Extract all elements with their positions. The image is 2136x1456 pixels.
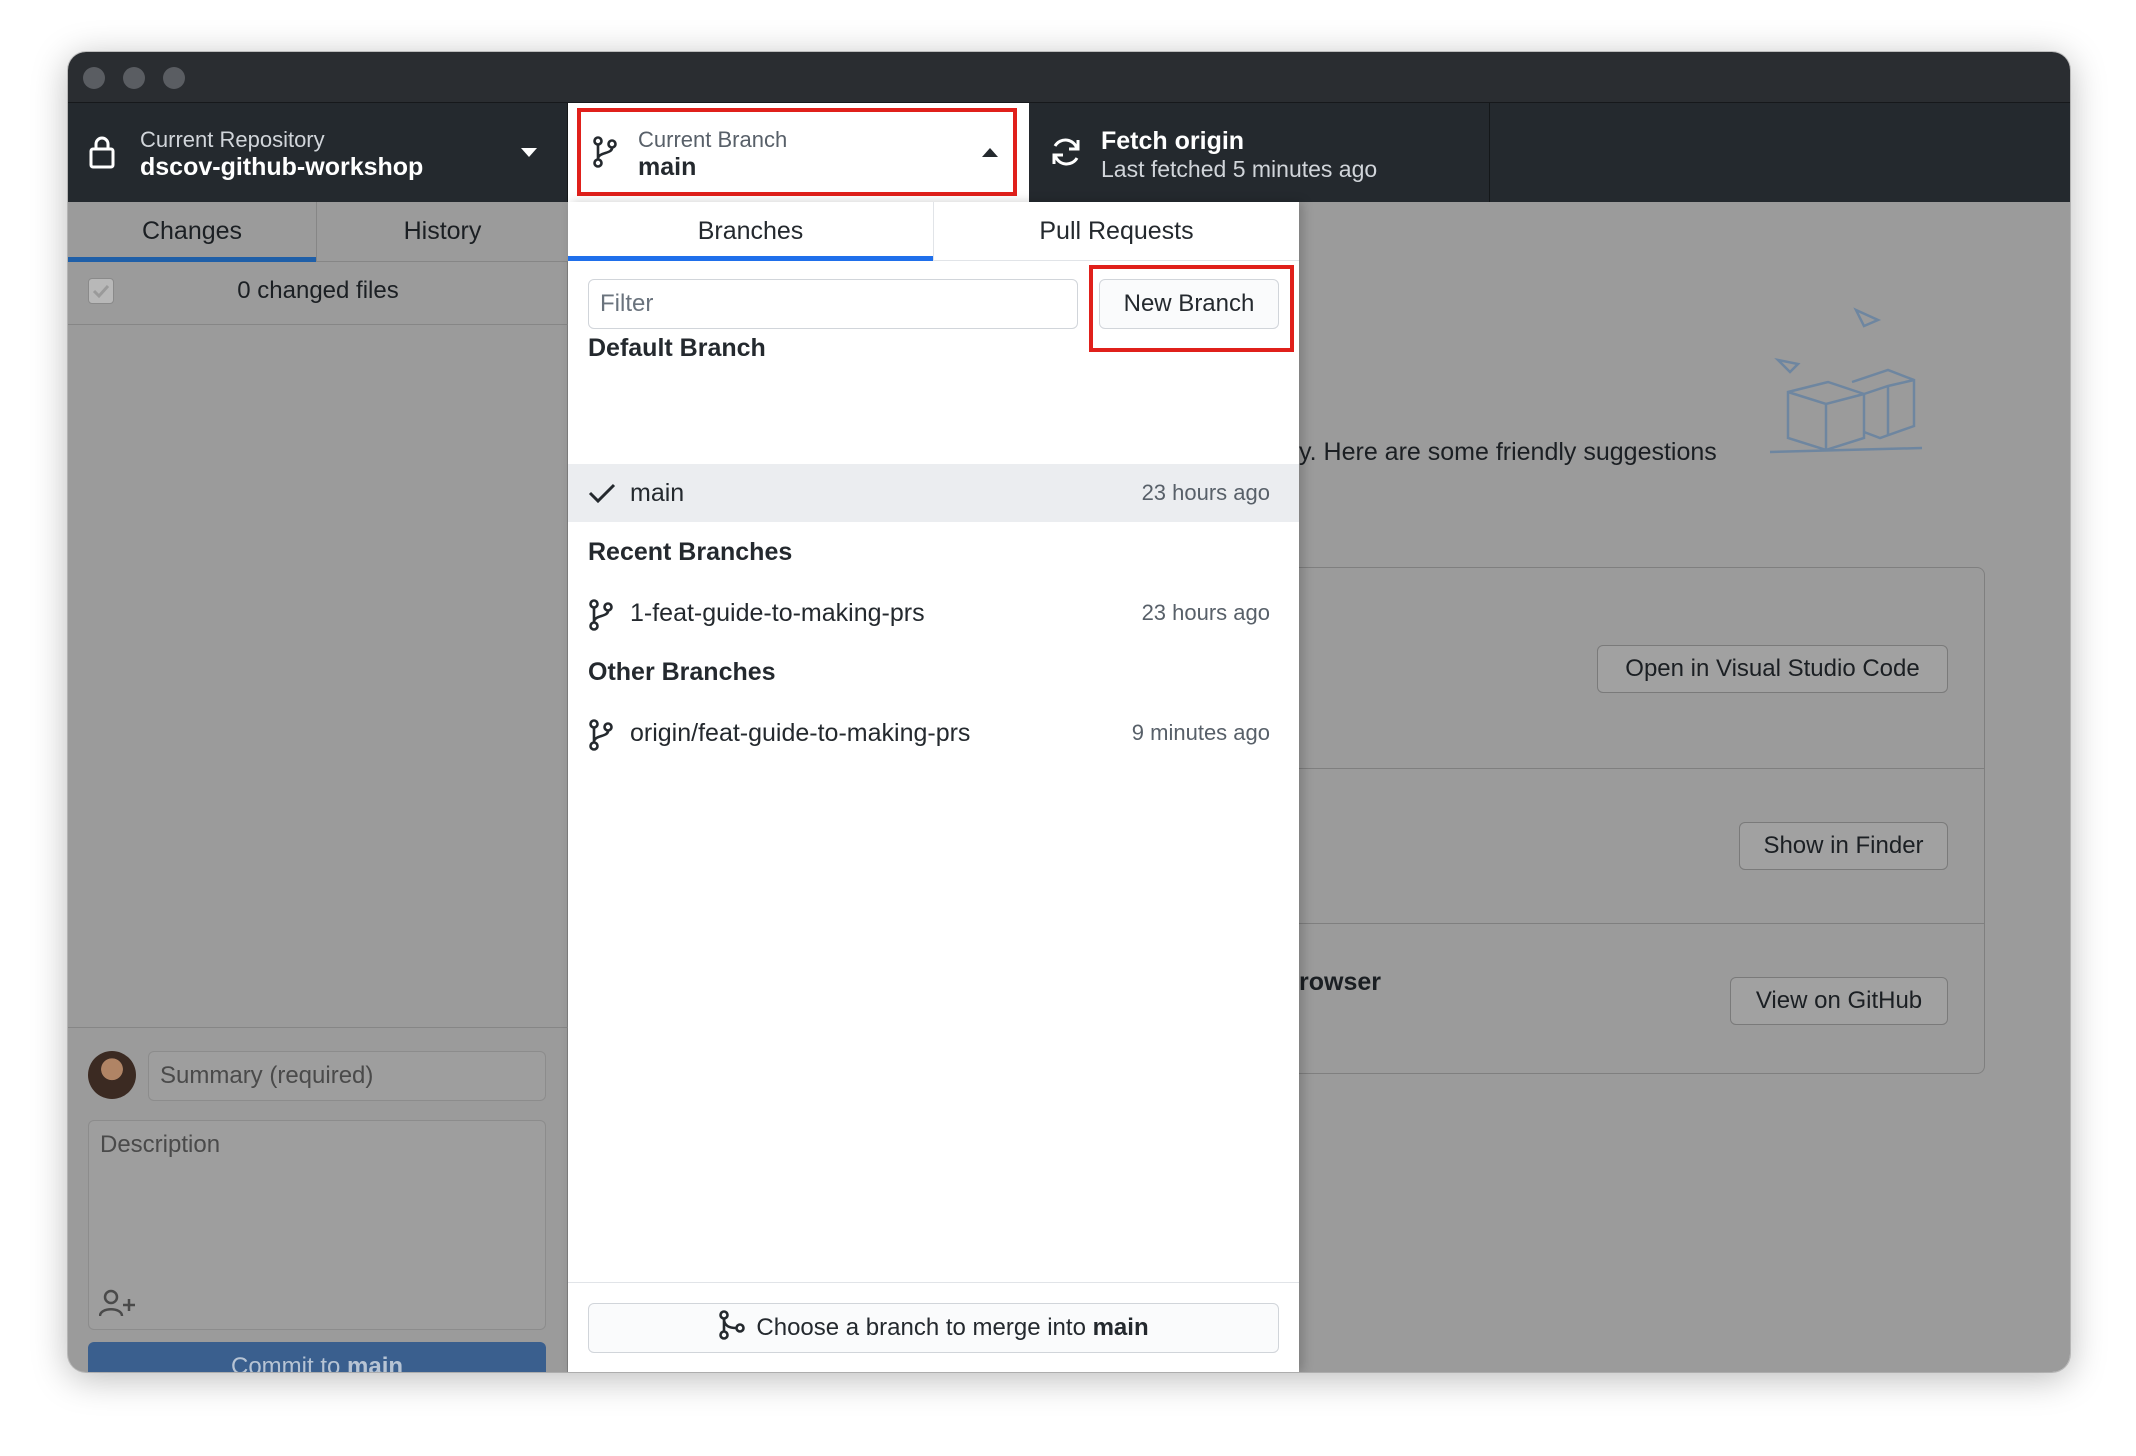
branch-row-other[interactable]: origin/feat-guide-to-making-prs 9 minute… xyxy=(568,704,1299,762)
branch-time: 9 minutes ago xyxy=(1131,720,1270,745)
suggestions-panel: Open in Visual Studio Code Show in Finde… xyxy=(1299,567,1985,1074)
panel-divider xyxy=(1299,923,1984,924)
current-branch-highlight xyxy=(577,108,1017,196)
merge-label-branch: main xyxy=(1092,1314,1149,1341)
branch-dropdown-footer: Choose a branch to merge into main xyxy=(568,1282,1299,1372)
changed-files-count: 0 changed files xyxy=(237,277,399,304)
commit-label-prefix: Commit to xyxy=(230,1353,347,1372)
show-in-finder-button[interactable]: Show in Finder xyxy=(1739,822,1948,870)
merge-into-branch-button[interactable]: Choose a branch to merge into main xyxy=(588,1303,1279,1353)
view-on-github-button[interactable]: View on GitHub xyxy=(1730,977,1948,1025)
view-in-browser-text: rowser xyxy=(1299,968,1381,996)
avatar xyxy=(88,1051,136,1099)
sidebar-tabs: Changes History xyxy=(68,202,568,262)
repo-name: dscov-github-workshop xyxy=(140,153,424,181)
fetch-title: Fetch origin xyxy=(1101,127,1245,155)
branch-dropdown: Branches Pull Requests Filter New Branch… xyxy=(568,202,1299,1372)
branch-name: 1-feat-guide-to-making-prs xyxy=(630,599,925,627)
fetch-subtitle: Last fetched 5 minutes ago xyxy=(1101,156,1378,182)
git-merge-icon xyxy=(719,1310,746,1340)
group-header-recent: Recent Branches xyxy=(588,538,793,566)
checkmark-icon xyxy=(588,483,616,504)
fetch-origin-button[interactable]: Fetch origin Last fetched 5 minutes ago xyxy=(1029,103,1490,202)
caret-down-icon xyxy=(521,148,537,157)
description-placeholder: Description xyxy=(100,1131,221,1158)
branch-row-main[interactable]: main 23 hours ago xyxy=(568,464,1299,522)
add-coauthor-icon[interactable] xyxy=(99,1289,137,1317)
branch-name: main xyxy=(630,479,685,507)
title-bar xyxy=(68,52,2070,103)
tab-history[interactable]: History xyxy=(317,202,568,261)
app-window: Current Repository dscov-github-workshop… xyxy=(68,52,2070,1372)
tab-pull-requests[interactable]: Pull Requests xyxy=(934,202,1299,260)
suggestions-text: y. Here are some friendly suggestions xyxy=(1299,438,1717,466)
repo-label: Current Repository xyxy=(140,127,325,152)
tab-selected-indicator xyxy=(568,256,933,261)
commit-label-branch: main xyxy=(347,1353,404,1372)
toolbar: Current Repository dscov-github-workshop… xyxy=(68,103,2070,202)
open-in-vscode-button[interactable]: Open in Visual Studio Code xyxy=(1597,645,1948,693)
git-branch-icon xyxy=(589,599,613,631)
boxes-illustration-icon xyxy=(1769,307,1923,454)
commit-area: Summary (required) Description Commit to… xyxy=(68,1027,568,1372)
current-repository-button[interactable]: Current Repository dscov-github-workshop xyxy=(68,103,568,202)
tab-changes[interactable]: Changes xyxy=(68,202,316,261)
summary-input[interactable]: Summary (required) xyxy=(148,1051,546,1101)
git-branch-icon xyxy=(589,719,613,751)
sync-icon xyxy=(1052,138,1080,166)
group-header-default: Default Branch xyxy=(588,334,766,362)
zoom-window-button[interactable] xyxy=(163,67,185,89)
merge-label-prefix: Choose a branch to merge into xyxy=(756,1314,1093,1341)
branch-dropdown-tabs: Branches Pull Requests xyxy=(568,202,1299,261)
lock-icon xyxy=(89,136,115,169)
tab-branches[interactable]: Branches xyxy=(568,202,933,260)
description-input[interactable]: Description xyxy=(88,1120,546,1330)
close-window-button[interactable] xyxy=(83,67,105,89)
branch-name: origin/feat-guide-to-making-prs xyxy=(630,719,971,747)
branch-time: 23 hours ago xyxy=(1141,480,1270,505)
branch-row-recent[interactable]: 1-feat-guide-to-making-prs 23 hours ago xyxy=(568,584,1299,642)
changed-files-header: 0 changed files xyxy=(68,262,568,325)
sidebar: Changes History 0 changed files Summary … xyxy=(68,202,568,1372)
new-branch-highlight xyxy=(1089,265,1294,352)
group-header-other: Other Branches xyxy=(588,658,776,686)
minimize-window-button[interactable] xyxy=(123,67,145,89)
branch-time: 23 hours ago xyxy=(1141,600,1270,625)
panel-divider xyxy=(1299,768,1984,769)
commit-button[interactable]: Commit to main xyxy=(88,1342,546,1372)
